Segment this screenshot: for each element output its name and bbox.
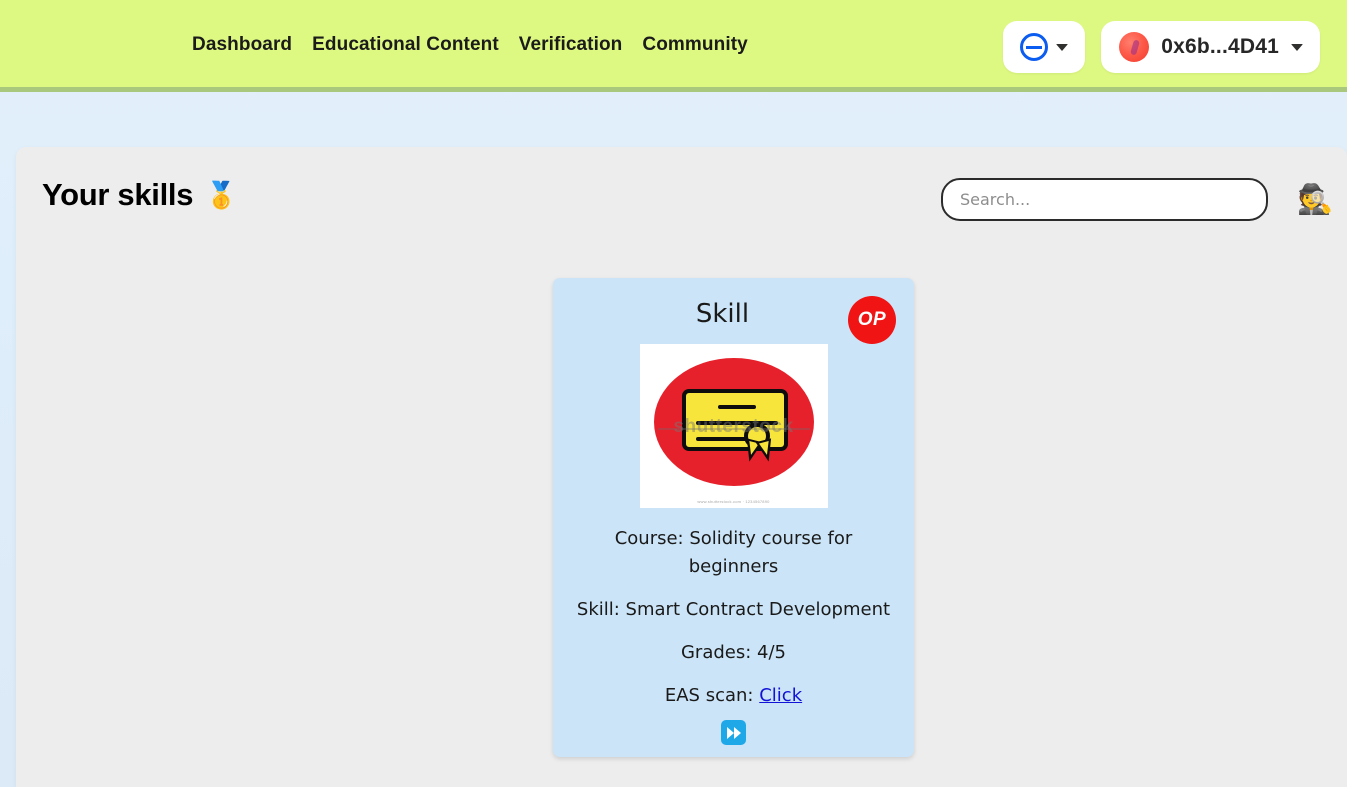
nav-link-educational-content[interactable]: Educational Content: [312, 34, 499, 56]
skill-card-course: Course: Solidity course for beginners: [614, 528, 853, 577]
nav-links: Dashboard Educational Content Verificati…: [192, 34, 748, 56]
fast-forward-glyph: [726, 726, 741, 739]
medal-icon: 🥇: [205, 180, 238, 210]
certificate-image: shutterstock www.shutterstock.com · 1234…: [639, 344, 828, 508]
skill-cards-area: Skill OP shutterstock www.shutterstock.c…: [16, 257, 1347, 777]
status-badge: OP: [848, 296, 896, 344]
chevron-down-icon: [1291, 43, 1303, 51]
skill-card-grades: Grades: 4/5: [680, 641, 786, 663]
wallet-avatar: [1119, 32, 1150, 62]
nav-link-verification[interactable]: Verification: [519, 34, 623, 56]
search-area: 🕵️: [941, 178, 1333, 221]
chain-circle-icon: [1020, 33, 1049, 61]
page-title-text: Your skills: [42, 177, 194, 212]
watermark-strike: [657, 428, 810, 430]
skill-card-eas: EAS scan: Click: [567, 682, 900, 710]
wallet-address: 0x6b...4D41: [1161, 35, 1279, 58]
skill-card[interactable]: Skill OP shutterstock www.shutterstock.c…: [553, 278, 914, 758]
network-selector-button[interactable]: [1003, 21, 1086, 73]
nav-link-dashboard[interactable]: Dashboard: [192, 34, 292, 56]
fast-forward-icon[interactable]: [721, 720, 746, 746]
page-title: Your skills 🥇: [42, 177, 238, 213]
panel-header: Your skills 🥇 🕵️: [16, 147, 1347, 257]
top-navbar: Dashboard Educational Content Verificati…: [0, 0, 1347, 92]
skill-card-skill: Skill: Smart Contract Development: [576, 598, 891, 620]
image-watermark-footer: www.shutterstock.com · 1234567890: [697, 499, 770, 504]
eas-scan-link[interactable]: Click: [759, 685, 802, 706]
eas-scan-label: EAS scan:: [664, 684, 754, 706]
search-input[interactable]: [941, 178, 1268, 221]
detective-icon: 🕵️: [1297, 182, 1334, 216]
nav-link-community[interactable]: Community: [642, 34, 747, 56]
certificate-line-2: [695, 421, 778, 425]
certificate-line-1: [717, 405, 756, 409]
content-panel: Your skills 🥇 🕵️ Skill OP: [16, 147, 1347, 787]
nav-right-controls: 0x6b...4D41: [1003, 21, 1320, 73]
chevron-down-icon: [1056, 43, 1069, 51]
skill-card-header: Skill OP: [567, 292, 900, 344]
wallet-connect-button[interactable]: 0x6b...4D41: [1101, 21, 1320, 73]
